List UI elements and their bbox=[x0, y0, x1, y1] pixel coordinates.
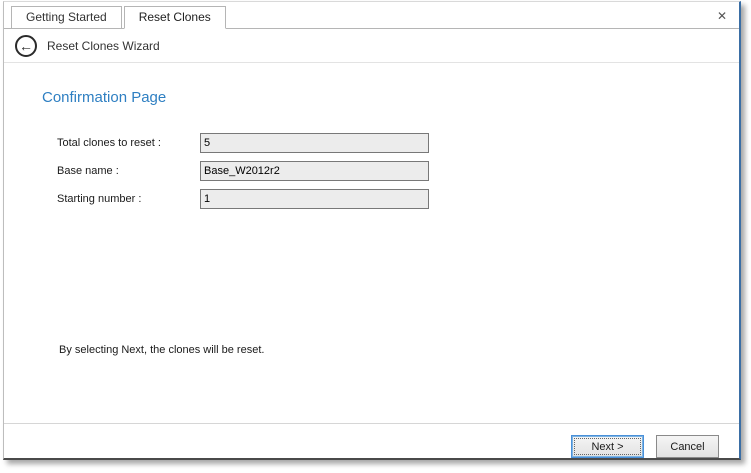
back-button[interactable]: ← bbox=[15, 35, 37, 57]
footer-separator bbox=[4, 423, 739, 424]
starting-number-label: Starting number : bbox=[57, 189, 141, 209]
total-clones-label: Total clones to reset : bbox=[57, 133, 161, 153]
back-arrow-icon: ← bbox=[19, 39, 33, 53]
starting-number-input[interactable] bbox=[200, 189, 429, 209]
base-name-input[interactable] bbox=[200, 161, 429, 181]
tab-bar: Getting StartedReset Clones ✕ bbox=[4, 2, 739, 29]
page-title: Confirmation Page bbox=[42, 89, 166, 106]
cancel-button[interactable]: Cancel bbox=[656, 435, 719, 458]
total-clones-input[interactable] bbox=[200, 133, 429, 153]
close-icon[interactable]: ✕ bbox=[714, 8, 730, 24]
wizard-header: ← Reset Clones Wizard bbox=[4, 29, 739, 63]
base-name-label: Base name : bbox=[57, 161, 119, 181]
tab-reset-clones[interactable]: Reset Clones bbox=[124, 6, 226, 29]
confirmation-note: By selecting Next, the clones will be re… bbox=[59, 344, 264, 356]
wizard-title: Reset Clones Wizard bbox=[47, 39, 160, 53]
next-button[interactable]: Next > bbox=[571, 435, 644, 458]
wizard-window: Getting StartedReset Clones ✕ ← Reset Cl… bbox=[3, 1, 741, 460]
confirmation-page: Confirmation Page Total clones to reset … bbox=[4, 65, 739, 458]
tab-getting-started[interactable]: Getting Started bbox=[11, 6, 122, 29]
